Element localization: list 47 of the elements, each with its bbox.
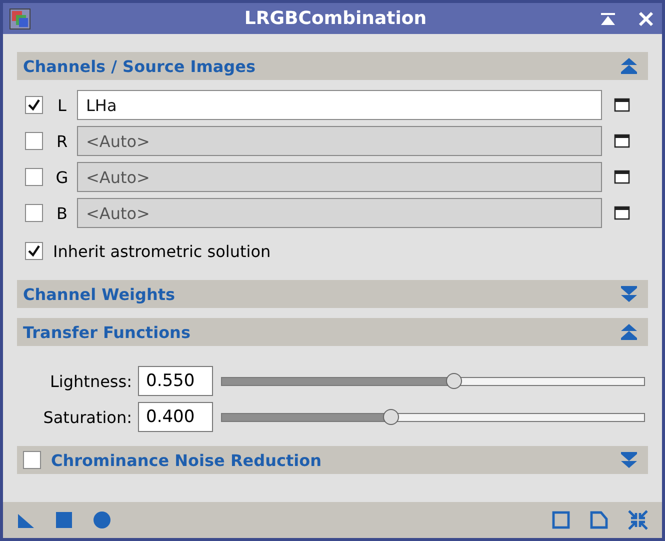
slider-label: Saturation: <box>42 408 132 426</box>
checkbox[interactable] <box>23 451 41 469</box>
checkbox[interactable] <box>25 132 43 150</box>
triangle-icon[interactable] <box>17 511 35 529</box>
checkbox[interactable] <box>25 96 43 114</box>
section-title: Transfer Functions <box>23 322 192 342</box>
window-title: LRGBCombination <box>243 8 428 29</box>
window-icon[interactable] <box>614 98 630 112</box>
channel-label: L <box>56 96 68 114</box>
checkbox[interactable] <box>25 204 43 222</box>
window-icon[interactable] <box>614 170 630 184</box>
checkbox[interactable] <box>25 168 43 186</box>
section-title: Channel Weights <box>23 284 176 304</box>
expand-icon[interactable] <box>620 452 638 468</box>
window-icon[interactable] <box>614 134 630 148</box>
section-header[interactable]: Chrominance Noise Reduction <box>17 446 648 474</box>
image-field[interactable]: LHa <box>77 90 602 120</box>
expand-icon[interactable] <box>620 286 638 302</box>
slider-handle[interactable] <box>446 372 462 388</box>
circle-icon[interactable] <box>93 511 111 529</box>
close-icon[interactable] <box>638 10 654 26</box>
collapse-icon[interactable] <box>620 58 638 74</box>
image-field[interactable]: <Auto> <box>77 198 602 228</box>
app-icon <box>9 8 31 30</box>
value-field[interactable]: 0.400 <box>138 402 213 432</box>
section-header[interactable]: Channels / Source Images <box>17 52 648 80</box>
section-header[interactable]: Transfer Functions <box>17 318 648 346</box>
channel-label: B <box>56 204 68 222</box>
image-field[interactable]: <Auto> <box>77 126 602 156</box>
channel-label: G <box>54 168 70 186</box>
collapse-arrows-icon[interactable] <box>628 510 648 530</box>
slider-label: Lightness: <box>49 372 132 390</box>
window-icon[interactable] <box>614 206 630 220</box>
collapse-icon[interactable] <box>620 324 638 340</box>
value-field[interactable]: 0.550 <box>138 366 213 396</box>
shade-icon[interactable] <box>600 10 616 26</box>
section-title: Chrominance Noise Reduction <box>51 450 322 470</box>
square-icon[interactable] <box>55 511 73 529</box>
document-icon[interactable] <box>590 511 608 529</box>
section-title: Channels / Source Images <box>23 56 257 76</box>
section-header[interactable]: Channel Weights <box>17 280 648 308</box>
slider-handle[interactable] <box>382 408 399 424</box>
square-outline-icon[interactable] <box>552 511 570 529</box>
image-field[interactable]: <Auto> <box>77 162 602 192</box>
channel-label: R <box>55 132 69 150</box>
checkbox-label: Inherit astrometric solution <box>53 242 271 260</box>
checkbox[interactable] <box>25 242 43 260</box>
